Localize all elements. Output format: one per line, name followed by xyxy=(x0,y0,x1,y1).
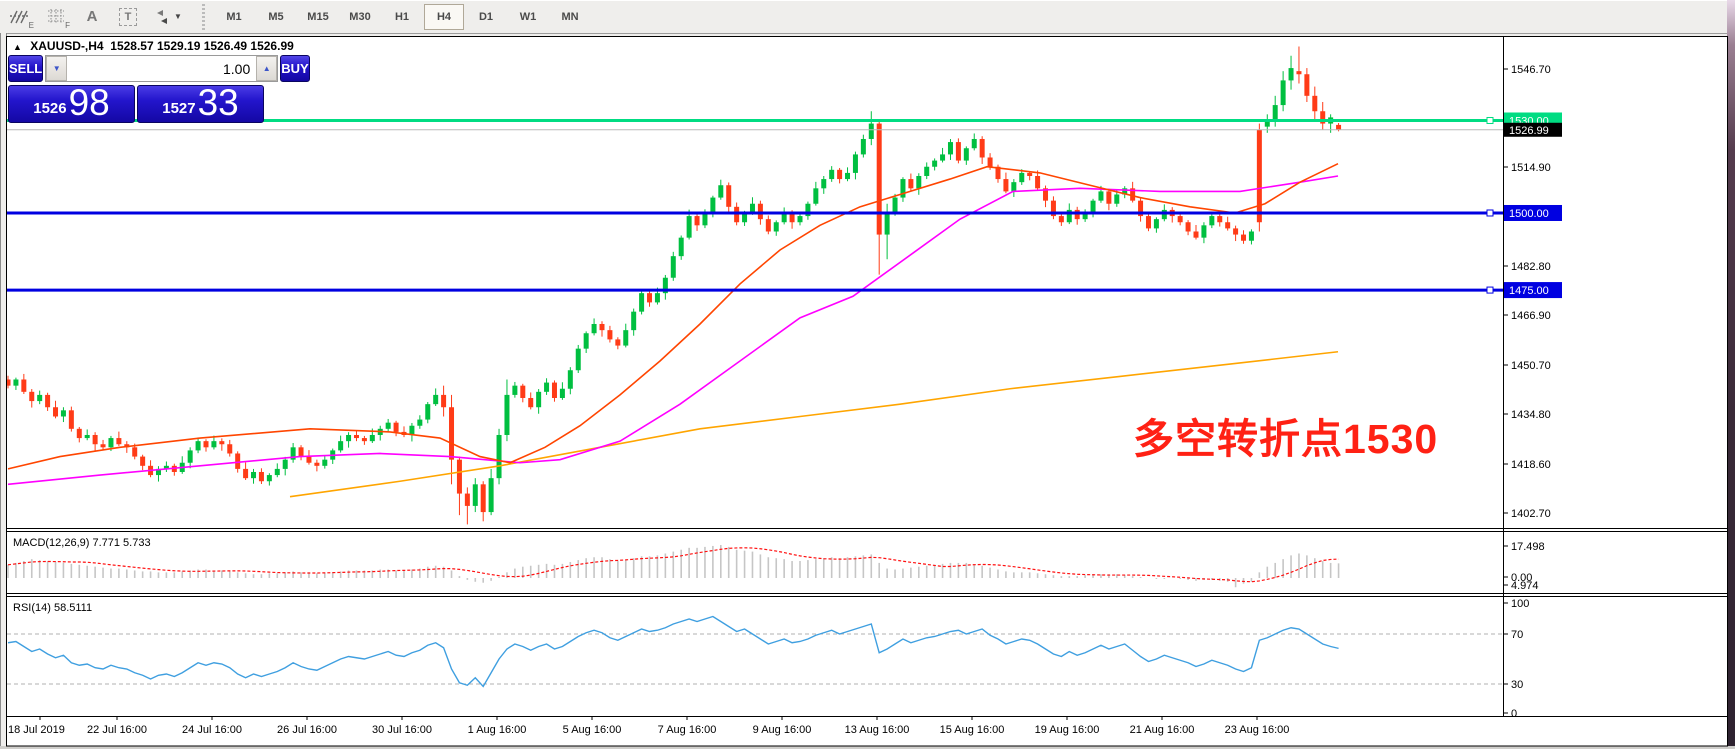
svg-text:9 Aug 16:00: 9 Aug 16:00 xyxy=(753,724,812,736)
svg-text:1500.00: 1500.00 xyxy=(1509,208,1549,220)
svg-text:1450.70: 1450.70 xyxy=(1511,360,1551,372)
svg-text:19 Aug 16:00: 19 Aug 16:00 xyxy=(1035,724,1100,736)
svg-text:1434.80: 1434.80 xyxy=(1511,409,1551,421)
volume-decrease-button[interactable]: ▼ xyxy=(46,56,67,81)
svg-text:15 Aug 16:00: 15 Aug 16:00 xyxy=(940,724,1005,736)
svg-text:24 Jul 16:00: 24 Jul 16:00 xyxy=(182,724,242,736)
sell-price-major: 1526 xyxy=(33,97,66,121)
svg-text:1 Aug 16:00: 1 Aug 16:00 xyxy=(468,724,527,736)
sell-price-display[interactable]: 1526 98 xyxy=(8,85,135,123)
buy-price-major: 1527 xyxy=(162,97,195,121)
svg-text:13 Aug 16:00: 13 Aug 16:00 xyxy=(845,724,910,736)
chart-title: ▲ XAUUSD-,H4 1528.57 1529.19 1526.49 152… xyxy=(13,39,294,53)
svg-text:70: 70 xyxy=(1511,629,1523,641)
svg-text:4.974: 4.974 xyxy=(1511,580,1539,592)
svg-text:1418.60: 1418.60 xyxy=(1511,459,1551,471)
svg-text:17.498: 17.498 xyxy=(1511,541,1545,553)
svg-text:100: 100 xyxy=(1511,598,1529,610)
svg-text:1482.80: 1482.80 xyxy=(1511,261,1551,273)
svg-text:1546.70: 1546.70 xyxy=(1511,64,1551,76)
buy-button[interactable]: BUY xyxy=(280,55,309,82)
one-click-trading-panel: SELL ▼ ▲ BUY 1526 98 1527 33 xyxy=(8,55,266,123)
svg-text:30: 30 xyxy=(1511,679,1523,691)
sell-price-minor: 98 xyxy=(69,84,110,121)
svg-text:23 Aug 16:00: 23 Aug 16:00 xyxy=(1225,724,1290,736)
sell-button[interactable]: SELL xyxy=(8,55,43,82)
annotation-text[interactable]: 多空转折点1530 xyxy=(1133,405,1438,465)
svg-text:1475.00: 1475.00 xyxy=(1509,285,1549,297)
svg-text:1402.70: 1402.70 xyxy=(1511,508,1551,520)
svg-text:26 Jul 16:00: 26 Jul 16:00 xyxy=(277,724,337,736)
svg-text:18 Jul 2019: 18 Jul 2019 xyxy=(8,724,65,736)
buy-price-display[interactable]: 1527 33 xyxy=(137,85,264,123)
svg-text:22 Jul 16:00: 22 Jul 16:00 xyxy=(87,724,147,736)
svg-text:7 Aug 16:00: 7 Aug 16:00 xyxy=(658,724,717,736)
volume-increase-button[interactable]: ▲ xyxy=(256,56,277,81)
buy-price-minor: 33 xyxy=(198,84,239,121)
symbol-timeframe: XAUUSD-,H4 xyxy=(30,39,103,53)
svg-text:21 Aug 16:00: 21 Aug 16:00 xyxy=(1130,724,1195,736)
rsi-indicator-label: RSI(14) 58.5111 xyxy=(13,602,92,614)
svg-text:5 Aug 16:00: 5 Aug 16:00 xyxy=(563,724,622,736)
svg-text:30 Jul 16:00: 30 Jul 16:00 xyxy=(372,724,432,736)
volume-input[interactable] xyxy=(67,56,256,81)
volume-spinner: ▼ ▲ xyxy=(45,55,278,82)
collapse-arrow-icon[interactable]: ▲ xyxy=(13,42,22,52)
svg-text:1466.90: 1466.90 xyxy=(1511,310,1551,322)
ohlc-values: 1528.57 1529.19 1526.49 1526.99 xyxy=(110,39,294,53)
macd-indicator-label: MACD(12,26,9) 7.771 5.733 xyxy=(13,537,151,549)
svg-text:1526.99: 1526.99 xyxy=(1509,125,1549,137)
svg-text:0: 0 xyxy=(1511,708,1517,720)
svg-text:1514.90: 1514.90 xyxy=(1511,162,1551,174)
chart-window-frame xyxy=(7,37,1728,747)
